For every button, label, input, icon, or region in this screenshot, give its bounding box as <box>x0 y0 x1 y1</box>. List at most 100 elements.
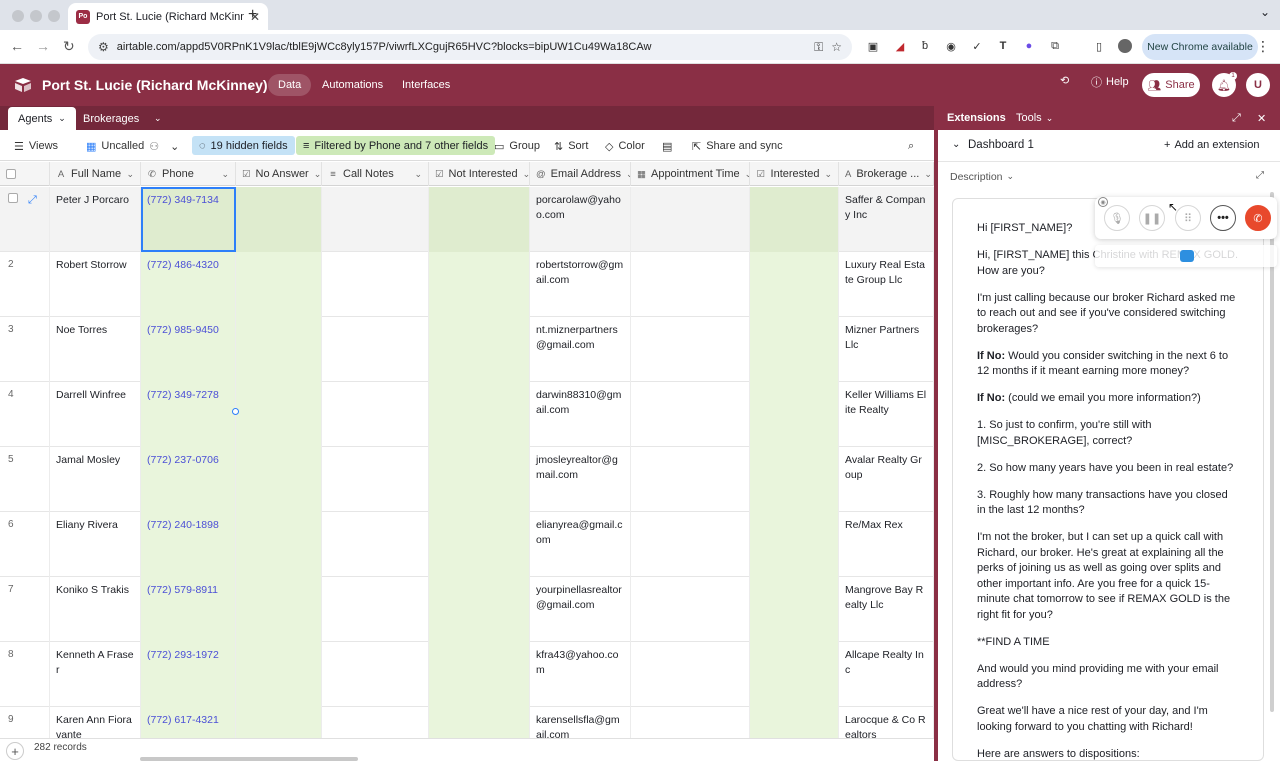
purple-extension-icon[interactable]: ● <box>1022 39 1036 53</box>
tab-search-chevron-icon[interactable]: ⌄ <box>1260 5 1270 19</box>
call-notes-cell[interactable] <box>322 707 429 738</box>
reload-icon[interactable]: ↻ <box>63 38 75 55</box>
expand-panel-icon[interactable]: ⤢ <box>1232 112 1241 125</box>
more-tables-chevron-icon[interactable]: ⌄ <box>144 107 172 130</box>
brokerage-cell[interactable]: Avalar Realty Group <box>839 447 934 512</box>
no-answer-cell[interactable] <box>236 642 322 707</box>
share-button[interactable]: 👥︎ Share <box>1142 73 1200 97</box>
brokerage-cell[interactable]: Saffer & Company Inc <box>839 187 934 252</box>
grammar-extension-icon[interactable]: ƀ <box>918 39 932 53</box>
base-menu-chevron-icon[interactable]: ⌄ <box>246 78 255 91</box>
email-cell[interactable]: kfra43@yahoo.com <box>530 642 631 707</box>
phone-cell[interactable]: (772) 486-4320 <box>141 252 236 317</box>
appointment-time-cell[interactable] <box>631 512 750 577</box>
call-notes-cell[interactable] <box>322 317 429 382</box>
phone-cell[interactable]: (772) 237-0706 <box>141 447 236 512</box>
appointment-time-cell[interactable] <box>631 382 750 447</box>
no-answer-cell[interactable] <box>236 382 322 447</box>
interested-cell[interactable] <box>750 447 839 512</box>
call-notes-cell[interactable] <box>322 252 429 317</box>
call-notes-cell[interactable] <box>322 642 429 707</box>
row-number[interactable]: ⤢ <box>0 187 50 252</box>
more-options-icon[interactable]: ••• <box>1210 205 1236 231</box>
column-header-brokerage[interactable]: A Brokerage ... ⌄ <box>839 162 934 186</box>
not-interested-cell[interactable] <box>429 512 530 577</box>
appointment-time-cell[interactable] <box>631 252 750 317</box>
call-notes-cell[interactable] <box>322 577 429 642</box>
help-button[interactable]: ⓘ Help <box>1091 74 1129 90</box>
appointment-time-cell[interactable] <box>631 317 750 382</box>
row-height-button[interactable]: ▤ <box>662 137 672 155</box>
column-header-call-notes[interactable]: ≡ Call Notes ⌄ <box>322 162 429 186</box>
sidepanel-icon[interactable]: ▯ <box>1092 39 1106 53</box>
appointment-time-cell[interactable] <box>631 187 750 252</box>
back-arrow-icon[interactable]: ← <box>10 38 24 54</box>
appointment-time-cell[interactable] <box>631 642 750 707</box>
no-answer-cell[interactable] <box>236 577 322 642</box>
bookmark-star-icon[interactable]: ☆ <box>831 40 842 54</box>
column-header-email[interactable]: @ Email Address ⌄ <box>530 162 631 186</box>
filter-button[interactable]: ≡ Filtered by Phone and 7 other fields <box>296 136 496 155</box>
hidden-fields-button[interactable]: ◌ 19 hidden fields <box>192 136 295 155</box>
full-name-cell[interactable]: Robert Storrow <box>50 252 141 317</box>
interested-cell[interactable] <box>750 642 839 707</box>
column-header-interested[interactable]: ☑ Interested ⌄ <box>750 162 839 186</box>
add-record-button[interactable]: + <box>6 742 24 760</box>
view-switcher[interactable]: ▦ Uncalled ⚇ ⌄ <box>86 137 179 155</box>
call-notes-cell[interactable] <box>322 447 429 512</box>
end-call-icon[interactable]: ✆ <box>1245 205 1271 231</box>
user-avatar[interactable]: U <box>1246 73 1270 97</box>
expand-record-icon[interactable]: ⤢ <box>28 194 37 206</box>
tab-agents[interactable]: Agents ⌄ <box>8 107 76 130</box>
chevron-down-icon[interactable]: ⌄ <box>523 169 529 180</box>
search-icon[interactable]: ⌕ <box>908 137 914 155</box>
call-notes-cell[interactable] <box>322 512 429 577</box>
full-name-cell[interactable]: Eliany Rivera <box>50 512 141 577</box>
interested-cell[interactable] <box>750 577 839 642</box>
profile-avatar-icon[interactable] <box>1118 39 1132 53</box>
brokerage-cell[interactable]: Keller Williams Elite Realty <box>839 382 934 447</box>
interested-cell[interactable] <box>750 187 839 252</box>
dashboard-name[interactable]: Dashboard 1 <box>968 139 1034 151</box>
not-interested-cell[interactable] <box>429 252 530 317</box>
brokerage-cell[interactable]: Re/Max Rex <box>839 512 934 577</box>
views-toggle[interactable]: ☰ Views <box>14 137 58 155</box>
call-notes-cell[interactable] <box>322 382 429 447</box>
no-answer-cell[interactable] <box>236 252 322 317</box>
nav-data[interactable]: Data <box>268 74 312 96</box>
dialpad-icon[interactable]: ⠿ <box>1175 205 1201 231</box>
phone-cell[interactable]: (772) 617-4321 <box>141 707 236 738</box>
row-number[interactable]: 3 <box>0 317 50 382</box>
column-header-phone[interactable]: ✆ Phone ⌄ <box>141 162 236 186</box>
column-header-no-answer[interactable]: ☑ No Answer ⌄ <box>236 162 322 186</box>
color-button[interactable]: ◇ Color <box>605 137 645 155</box>
window-zoom-button[interactable] <box>48 10 60 22</box>
not-interested-cell[interactable] <box>429 707 530 738</box>
chevron-down-icon[interactable]: ⌄ <box>924 169 932 180</box>
not-interested-cell[interactable] <box>429 447 530 512</box>
new-tab-button[interactable]: + <box>248 6 257 24</box>
row-number[interactable]: 7 <box>0 577 50 642</box>
no-answer-cell[interactable] <box>236 317 322 382</box>
full-name-cell[interactable]: Peter J Porcaro <box>50 187 141 252</box>
chevron-down-icon[interactable]: ⌄ <box>58 113 66 124</box>
appointment-time-cell[interactable] <box>631 447 750 512</box>
email-cell[interactable]: nt.miznerpartners@gmail.com <box>530 317 631 382</box>
not-interested-cell[interactable] <box>429 187 530 252</box>
no-answer-cell[interactable] <box>236 187 322 252</box>
description-toggle[interactable]: Description ⌄ <box>950 171 1014 183</box>
column-header-full-name[interactable]: A Full Name ⌄ <box>50 162 141 186</box>
extension-icon[interactable]: ▣ <box>866 39 880 53</box>
address-bar[interactable]: ⚙ airtable.com/appd5V0RPnK1V9lac/tblE9jW… <box>88 34 852 60</box>
email-cell[interactable]: yourpinellasrealtor@gmail.com <box>530 577 631 642</box>
cell-fill-handle[interactable] <box>232 408 239 415</box>
new-chrome-available-button[interactable]: New Chrome available <box>1142 34 1258 60</box>
column-header-not-interested[interactable]: ☑ Not Interested ⌄ <box>429 162 530 186</box>
email-cell[interactable]: jmosleyrealtor@gmail.com <box>530 447 631 512</box>
airtable-logo-icon[interactable] <box>14 77 32 93</box>
email-cell[interactable]: robertstorrow@gmail.com <box>530 252 631 317</box>
no-answer-cell[interactable] <box>236 707 322 738</box>
not-interested-cell[interactable] <box>429 642 530 707</box>
group-button[interactable]: ▭ Group <box>494 137 540 155</box>
dialer-app-icon[interactable] <box>1180 250 1194 262</box>
